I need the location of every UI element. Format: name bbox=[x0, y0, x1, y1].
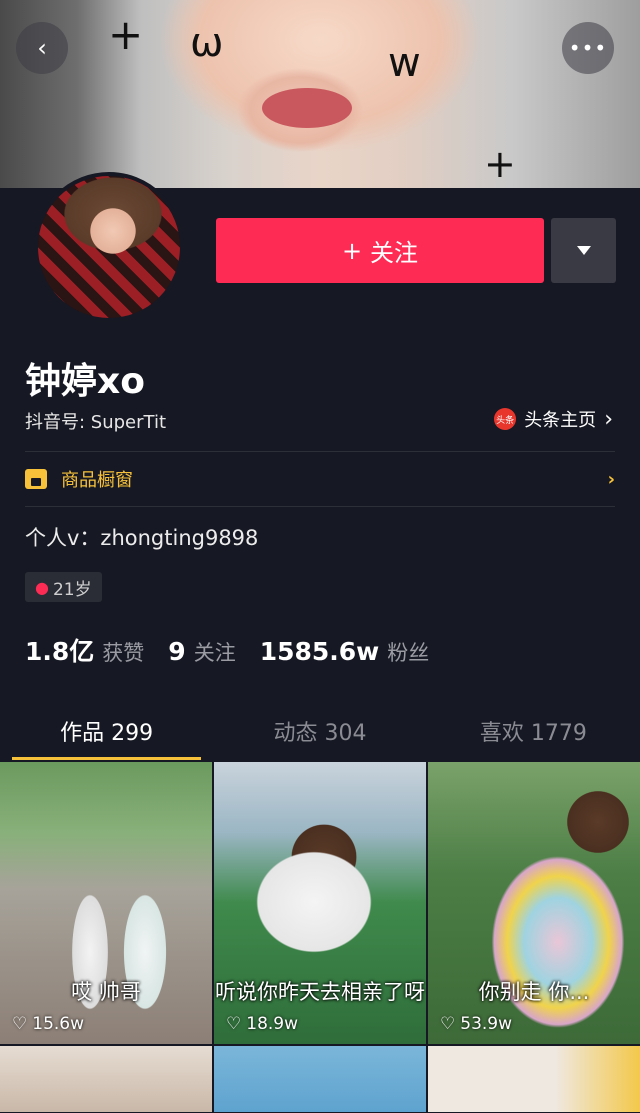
profile-tabs: 作品 299 动态 304 喜欢 1779 bbox=[0, 702, 640, 760]
video-thumbnail[interactable]: 听说你昨天去相亲了呀 ♡ 18.9w bbox=[214, 762, 426, 1044]
shop-label: 商品橱窗 bbox=[61, 470, 133, 491]
video-likes: ♡ 15.6w bbox=[12, 1014, 84, 1034]
product-showcase-link[interactable]: 商品橱窗 › bbox=[25, 462, 615, 496]
divider bbox=[25, 506, 615, 507]
shop-icon bbox=[25, 469, 47, 489]
tab-works[interactable]: 作品 299 bbox=[0, 702, 213, 760]
cover-doodle-u: ω bbox=[190, 20, 224, 66]
follow-button[interactable]: + 关注 bbox=[216, 218, 544, 283]
profile-nickname: 钟婷xo bbox=[25, 361, 145, 402]
cover-lips bbox=[262, 88, 352, 128]
video-likes: ♡ 18.9w bbox=[226, 1014, 298, 1034]
video-thumbnail[interactable] bbox=[428, 1046, 640, 1112]
toutiao-homepage-link[interactable]: 头条 头条主页 › bbox=[494, 406, 613, 432]
video-caption: 哎 帅哥 bbox=[71, 980, 141, 1004]
plus-icon: + bbox=[341, 236, 363, 265]
likes-count: 1.8亿 bbox=[25, 637, 95, 666]
tab-activity[interactable]: 动态 304 bbox=[213, 702, 426, 760]
followers-label[interactable]: 粉丝 bbox=[387, 637, 429, 667]
heart-icon: ♡ bbox=[12, 1014, 28, 1034]
video-thumbnail[interactable] bbox=[214, 1046, 426, 1112]
video-likes-count: 53.9w bbox=[460, 1014, 513, 1034]
tab-likes[interactable]: 喜欢 1779 bbox=[427, 702, 640, 760]
toutiao-label: 头条主页 bbox=[524, 410, 597, 431]
age-text: 21岁 bbox=[52, 579, 92, 600]
more-options-button[interactable]: ••• bbox=[562, 22, 614, 74]
video-thumbnail[interactable] bbox=[0, 1046, 212, 1112]
video-caption: 你别走 你... bbox=[478, 980, 590, 1004]
divider bbox=[25, 451, 615, 452]
video-caption: 听说你昨天去相亲了呀 bbox=[215, 980, 425, 1004]
video-likes-count: 15.6w bbox=[32, 1014, 85, 1034]
douyin-id: 抖音号: SuperTit bbox=[25, 412, 167, 433]
likes-label: 获赞 bbox=[102, 641, 145, 665]
heart-icon: ♡ bbox=[440, 1014, 456, 1034]
profile-stats: 1.8亿 获赞 9 关注 1585.6w 粉丝 bbox=[25, 632, 453, 668]
following-label[interactable]: 关注 bbox=[194, 637, 236, 667]
chevron-right-icon: › bbox=[607, 468, 615, 490]
heart-icon: ♡ bbox=[226, 1014, 242, 1034]
video-likes-count: 18.9w bbox=[246, 1014, 299, 1034]
caret-down-icon bbox=[576, 246, 591, 255]
avatar[interactable] bbox=[34, 172, 184, 322]
follow-label: 关注 bbox=[370, 239, 419, 267]
profile-bio: 个人v：zhongting9898 bbox=[25, 526, 259, 550]
video-likes: ♡ 53.9w bbox=[440, 1014, 512, 1034]
following-count[interactable]: 9 bbox=[168, 637, 185, 666]
video-thumbnail[interactable]: 哎 帅哥 ♡ 15.6w bbox=[0, 762, 212, 1044]
toutiao-logo-icon: 头条 bbox=[494, 408, 517, 430]
back-button[interactable]: ‹ bbox=[16, 22, 68, 74]
female-user-icon: ● bbox=[35, 577, 49, 597]
video-grid: 哎 帅哥 ♡ 15.6w 听说你昨天去相亲了呀 ♡ 18.9w 你别走 你...… bbox=[0, 762, 640, 1112]
ellipsis-icon: ••• bbox=[568, 36, 608, 60]
followers-count[interactable]: 1585.6w bbox=[260, 637, 380, 666]
video-thumbnail[interactable]: 你别走 你... ♡ 53.9w bbox=[428, 762, 640, 1044]
profile-cover-image: + ω w + bbox=[0, 0, 640, 188]
recommend-dropdown-button[interactable] bbox=[551, 218, 616, 283]
chevron-left-icon: ‹ bbox=[37, 34, 47, 62]
cover-doodle-w: w bbox=[388, 40, 421, 86]
cover-doodle-plus-2: + bbox=[484, 142, 516, 186]
cover-doodle-plus: + bbox=[108, 10, 144, 59]
chevron-right-icon: › bbox=[604, 406, 613, 432]
age-badge: ● 21岁 bbox=[25, 572, 102, 602]
